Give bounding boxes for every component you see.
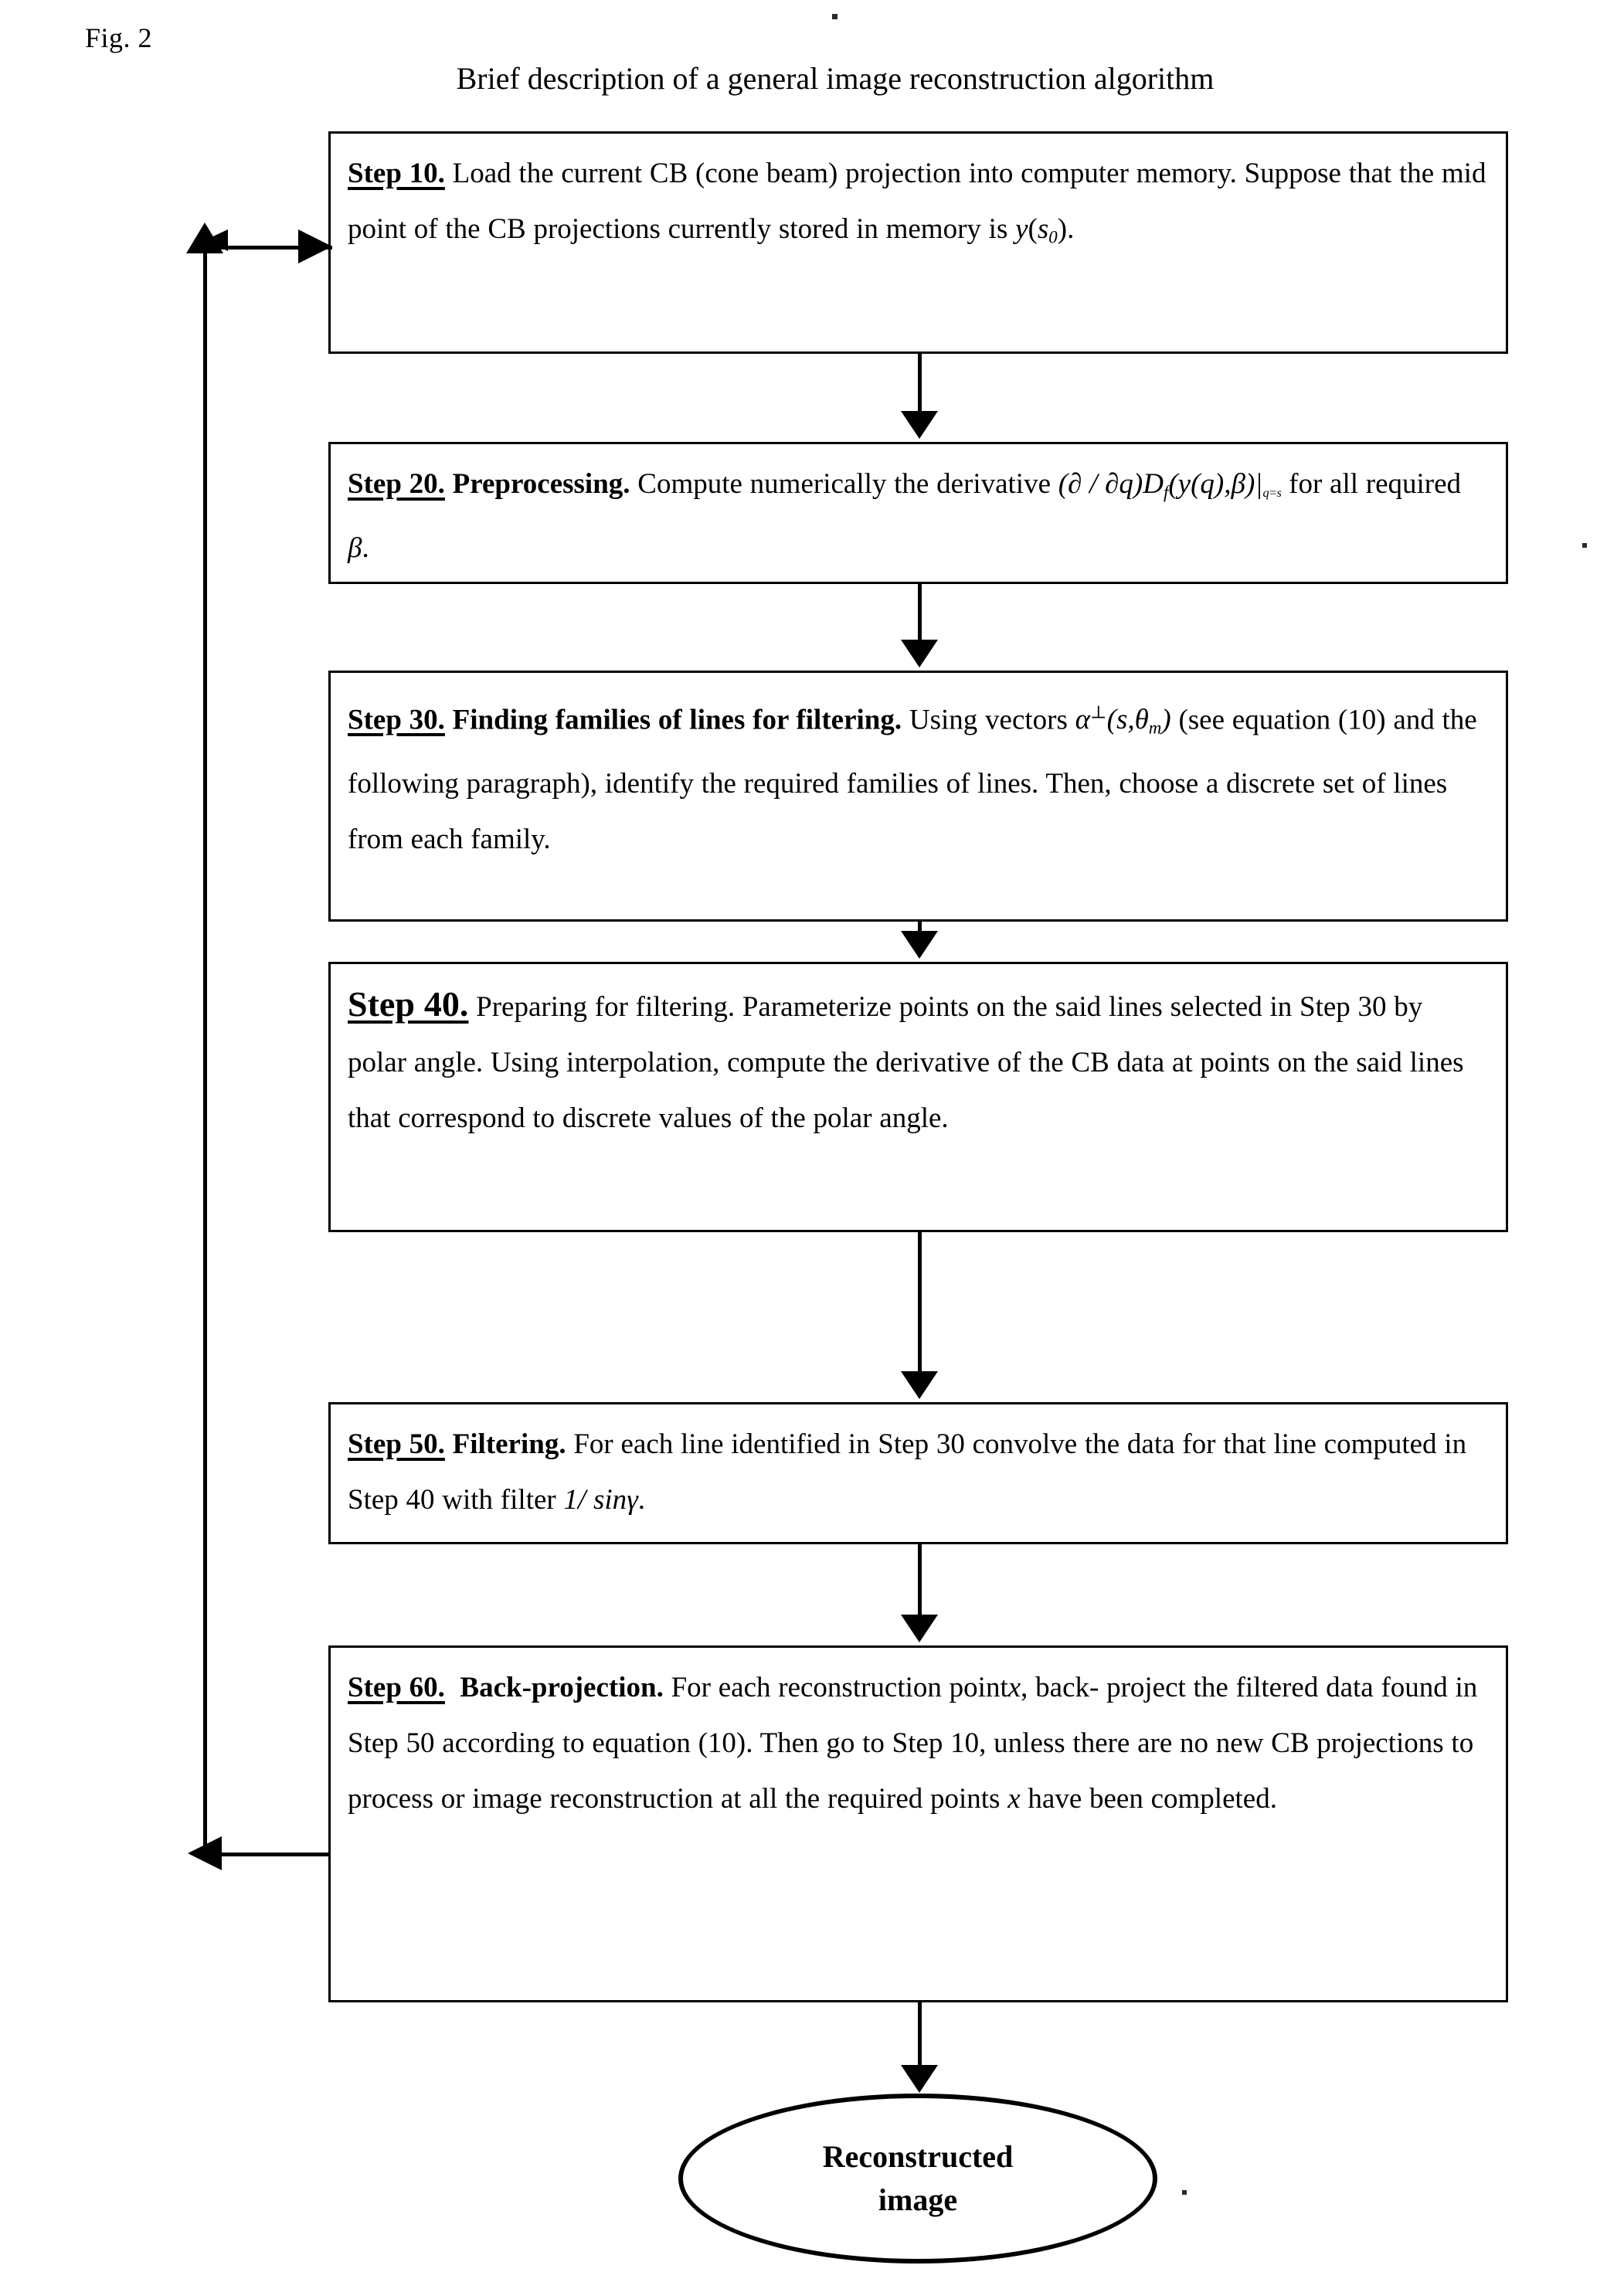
arrow-right-icon — [298, 229, 332, 263]
arrow-up-icon — [186, 222, 223, 253]
step-40-heading: Preparing for filtering. — [476, 991, 736, 1023]
step-60-line-4-pre: or image reconstruction at all the requi… — [440, 1783, 1008, 1815]
step-60-line-4-post: have been — [1020, 1783, 1143, 1815]
step-60-heading: Back-projection. — [460, 1672, 664, 1703]
step-50-line-2-post: . — [637, 1484, 646, 1516]
connector-line — [918, 354, 922, 413]
step-50-line-1: For each line identified in Step 30 conv… — [573, 1428, 1175, 1460]
connector-line — [918, 1544, 922, 1616]
step-50-text: Step 50. Filtering. For each line identi… — [348, 1417, 1489, 1528]
step-60-number: Step 60. — [348, 1672, 445, 1703]
step-50-math-filter: 1/ sinγ — [563, 1484, 638, 1516]
step-30-number: Step 30. — [348, 704, 445, 736]
scan-speck — [832, 14, 837, 19]
connector-line — [918, 1232, 922, 1373]
scan-speck — [1182, 2190, 1187, 2195]
step-20-line-2-mid: for all required — [1281, 468, 1462, 500]
connector-line — [918, 2002, 922, 2067]
step-60-math-x: x — [1007, 1672, 1021, 1703]
step-20-number: Step 20. — [348, 468, 445, 500]
step-30-text: Step 30. Finding families of lines for f… — [348, 685, 1489, 868]
figure-title-text: Brief description of a general image rec… — [456, 61, 1215, 96]
step-50-number: Step 50. — [348, 1428, 445, 1460]
step-60-line-5: completed. — [1150, 1783, 1277, 1815]
flow-box-step-10: Step 10. Load the current CB (cone beam)… — [328, 131, 1508, 354]
flow-box-step-20: Step 20. Preprocessing. Compute numerica… — [328, 442, 1508, 584]
step-60-text: Step 60. Back-projection. For each recon… — [348, 1660, 1489, 1827]
step-40-text: Step 40. Preparing for filtering. Parame… — [348, 976, 1489, 1146]
step-10-text: Step 10. Load the current CB (cone beam)… — [348, 146, 1489, 265]
arrow-down-icon — [901, 1371, 938, 1399]
arrow-down-icon — [901, 411, 938, 439]
step-30-line-1: Using vectors — [909, 704, 1068, 736]
terminator-line-1: Reconstructed — [822, 2139, 1014, 2174]
step-40-line-1: Parameterize points on the said — [742, 991, 1102, 1023]
step-20-line-1: Compute numerically the derivative — [637, 468, 1052, 500]
connector-line — [918, 584, 922, 641]
step-30-math-alpha-perp: α⊥(s,θm) — [1075, 703, 1171, 738]
arrow-down-icon — [901, 640, 938, 667]
flow-box-step-40: Step 40. Preparing for filtering. Parame… — [328, 962, 1508, 1232]
step-10-line-3-pre: stored in memory is — [778, 213, 1016, 245]
terminator-line-2: image — [878, 2182, 958, 2217]
flow-box-step-50: Step 50. Filtering. For each line identi… — [328, 1402, 1508, 1544]
figure-label: Fig. 2 — [85, 22, 153, 53]
step-20-text: Step 20. Preprocessing. Compute numerica… — [348, 457, 1489, 576]
flow-box-step-60: Step 60. Back-projection. For each recon… — [328, 1645, 1508, 2002]
step-40-number: Step 40. — [348, 984, 469, 1024]
step-20-math-derivative: (∂ / ∂q)Df(y(q),β)|q=s — [1058, 468, 1282, 502]
arrow-down-icon — [901, 931, 938, 959]
feedback-loop-vertical-segment — [203, 247, 207, 1856]
step-30-line-4: family. — [471, 823, 551, 855]
step-10-number: Step 10. — [348, 158, 445, 189]
step-50-heading: Filtering. — [452, 1428, 566, 1460]
step-60-math-x-2: x — [1007, 1783, 1021, 1815]
arrow-down-icon — [901, 2065, 938, 2093]
step-10-line-3-post: . — [1067, 213, 1075, 245]
feedback-loop-bottom-segment — [205, 1853, 330, 1856]
step-20-line-2-end: . — [362, 531, 369, 564]
step-60-line-1-post: , back- — [1021, 1672, 1099, 1703]
terminator-reconstructed-image: Reconstructed image — [678, 2094, 1157, 2264]
step-20-heading: Preprocessing. — [452, 468, 630, 500]
scan-speck — [1582, 543, 1587, 548]
step-30-heading: Finding families of lines for filtering. — [452, 704, 902, 736]
arrow-down-icon — [901, 1615, 938, 1642]
step-10-math-y-s0: y(s0) — [1015, 213, 1068, 247]
step-20-math-beta: β — [348, 531, 362, 564]
step-40-line-4: to discrete values of the polar angle. — [532, 1102, 949, 1134]
step-60-line-1-pre: For each reconstruction point — [671, 1672, 1008, 1703]
figure-title: Brief description of a general image rec… — [0, 60, 1624, 97]
step-10-line-1: Load the current CB (cone beam) projecti… — [452, 158, 1129, 189]
flow-box-step-30: Step 30. Finding families of lines for f… — [328, 671, 1508, 922]
